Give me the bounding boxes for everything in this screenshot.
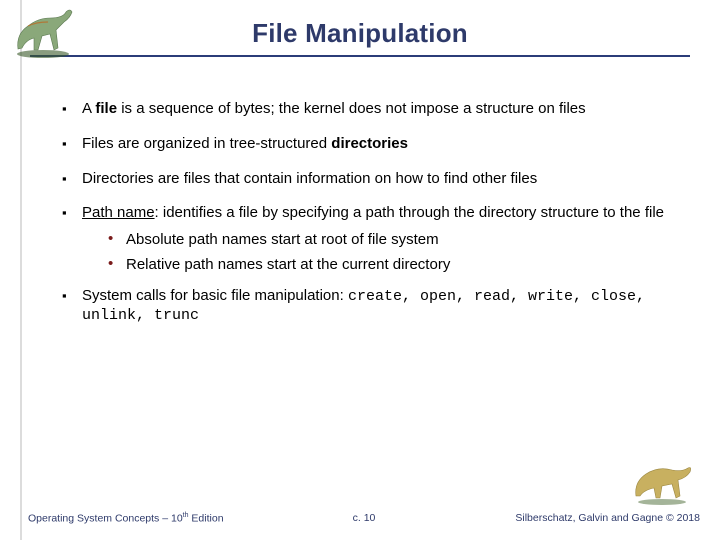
sub-bullet-list: • Absolute path names start at root of f… [108, 231, 682, 275]
text: System calls for basic file manipulation… [82, 287, 348, 304]
left-sidebar [0, 0, 22, 540]
bullet-item: ▪ A file is a sequence of bytes; the ker… [62, 100, 682, 119]
square-bullet-icon: ▪ [62, 287, 82, 327]
text: : identifies a file by specifying a path… [155, 204, 664, 221]
text: A [82, 100, 95, 117]
footer-right: Silberschatz, Galvin and Gagne © 2018 [515, 512, 700, 524]
text-underline: Path name [82, 204, 155, 221]
text-bold: file [95, 100, 117, 117]
text: Files are organized in tree-structured [82, 135, 331, 152]
square-bullet-icon: ▪ [62, 204, 82, 280]
dinosaur-bottom-icon [632, 456, 696, 506]
sub-bullet-item: • Absolute path names start at root of f… [108, 231, 682, 250]
slide-body: ▪ A file is a sequence of bytes; the ker… [62, 100, 682, 342]
sub-bullet-item: • Relative path names start at the curre… [108, 256, 682, 275]
bullet-text: Directories are files that contain infor… [82, 170, 682, 189]
bullet-item: ▪ Directories are files that contain inf… [62, 170, 682, 189]
square-bullet-icon: ▪ [62, 170, 82, 189]
sub-bullet-text: Relative path names start at the current… [126, 256, 682, 275]
bullet-text: A file is a sequence of bytes; the kerne… [82, 100, 682, 119]
dot-bullet-icon: • [108, 256, 126, 275]
bullet-item: ▪ Files are organized in tree-structured… [62, 135, 682, 154]
slide-header: File Manipulation [0, 0, 720, 57]
bullet-text: Files are organized in tree-structured d… [82, 135, 682, 154]
text: is a sequence of bytes; the kernel does … [117, 100, 586, 117]
text-bold: directories [331, 135, 408, 152]
bullet-item: ▪ Path name: identifies a file by specif… [62, 204, 682, 280]
bullet-text: Path name: identifies a file by specifyi… [82, 204, 682, 280]
square-bullet-icon: ▪ [62, 100, 82, 119]
slide-footer: Operating System Concepts – 10th Edition… [28, 512, 700, 525]
sub-bullet-text: Absolute path names start at root of fil… [126, 231, 682, 250]
square-bullet-icon: ▪ [62, 135, 82, 154]
bullet-text: System calls for basic file manipulation… [82, 287, 682, 327]
slide-title: File Manipulation [0, 18, 720, 49]
dot-bullet-icon: • [108, 231, 126, 250]
title-underline [30, 55, 690, 57]
bullet-item: ▪ System calls for basic file manipulati… [62, 287, 682, 327]
dinosaur-top-icon [8, 4, 78, 60]
